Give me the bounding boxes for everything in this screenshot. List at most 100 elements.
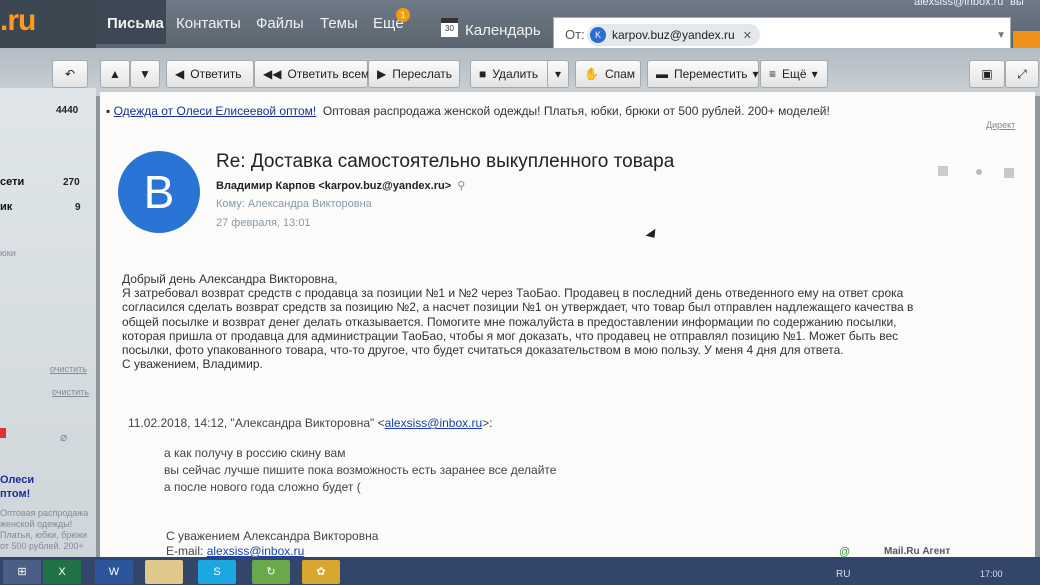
app-taskbar-button[interactable]: ✿ — [302, 560, 340, 584]
sidebar-item-newsletters[interactable]: ик — [0, 201, 12, 213]
search-icon[interactable]: ⚲ — [457, 180, 465, 192]
expand-icon: ⤢ — [1017, 66, 1027, 81]
next-message-button[interactable]: ▼ — [130, 60, 160, 88]
body-line: Я затребовал возврат средств с продавца … — [122, 286, 904, 301]
reply-label: Ответить — [190, 67, 242, 81]
chevron-down-icon: ▾ — [811, 67, 818, 81]
ad-link[interactable]: Одежда от Олеси Елисеевой оптом! — [114, 104, 317, 118]
chevron-down-icon: ▾ — [752, 67, 759, 81]
clear-spam-link[interactable]: очистить — [50, 364, 87, 374]
more-actions-icon[interactable] — [1004, 168, 1014, 178]
message-date: 27 февраля, 13:01 — [216, 217, 311, 229]
sidebar-item-misc[interactable]: юки — [0, 248, 16, 258]
reply-all-button[interactable]: ◀◀ Ответить всем — [254, 60, 370, 88]
body-line: согласился сделать возврат средств за по… — [122, 300, 914, 315]
chevron-down-icon: ▼ — [139, 67, 151, 81]
word-taskbar-button[interactable]: W — [95, 560, 133, 584]
delete-menu-button[interactable]: ▾ — [547, 60, 569, 88]
calendar-icon[interactable]: 30 — [441, 18, 458, 37]
sidebar-ad-title-2[interactable]: птом! — [0, 488, 30, 500]
message-body: Добрый день Александра Викторовна, Я зат… — [122, 272, 1022, 371]
chip-email: karpov.buz@yandex.ru — [612, 28, 735, 42]
flower-icon: ✿ — [316, 566, 326, 578]
message-pane: ▪ Одежда от Олеси Елисеевой оптом! Оптов… — [100, 92, 1035, 562]
folder-icon: ▬ — [656, 67, 668, 81]
body-line: общей посылке и возврат денег делать отк… — [122, 314, 897, 329]
nav-themes[interactable]: Темы — [320, 15, 358, 32]
delete-button[interactable]: ■ Удалить — [470, 60, 554, 88]
sidebar-ad-line-4: от 500 рублей. 200+ — [0, 541, 84, 551]
sender-name[interactable]: Владимир Карпов <karpov.buz@yandex.ru> — [216, 180, 451, 192]
ad-direct-link[interactable]: Директ — [986, 120, 1015, 130]
print-button[interactable]: ▣ — [969, 60, 1005, 88]
signature-email-label: E-mail: — [166, 544, 204, 558]
sidebar-ad-line-3: Платья, юбки, брюки — [0, 530, 87, 540]
ad-icon: ▪ — [106, 104, 111, 118]
ad-text: Оптовая распродажа женской одежды! Плать… — [322, 104, 830, 118]
explorer-taskbar-button[interactable] — [145, 560, 183, 584]
sidebar-ad-title[interactable]: Олеси — [0, 474, 34, 486]
skype-taskbar-button[interactable]: S — [198, 560, 236, 584]
reply-button[interactable]: ◀ Ответить — [166, 60, 254, 88]
signature-email-link[interactable]: alexsiss@inbox.ru — [207, 544, 305, 558]
body-line: которая пришла от продавца для администр… — [122, 328, 899, 343]
back-button[interactable]: ↶ — [52, 60, 88, 88]
message-from[interactable]: Владимир Карпов <karpov.buz@yandex.ru> ⚲ — [216, 179, 465, 192]
message-to: Кому: Александра Викторовна — [216, 198, 372, 210]
nav-contacts[interactable]: Контакты — [176, 15, 241, 32]
move-label: Переместить — [674, 67, 748, 81]
more-label: Ещё — [782, 67, 807, 81]
quote-line: а как получу в россию скину вам — [164, 446, 346, 460]
move-button[interactable]: ▬ Переместить ▾ — [647, 60, 759, 88]
quote-email-link[interactable]: alexsiss@inbox.ru — [385, 416, 483, 430]
clear-trash-link[interactable]: очистить — [52, 387, 89, 397]
printer-icon: ▣ — [981, 67, 993, 81]
expand-button[interactable]: ⤢ — [1005, 60, 1039, 88]
reply-all-label: Ответить всем — [287, 67, 370, 81]
message-subject: Re: Доставка самостоятельно выкупленного… — [216, 151, 675, 172]
nav-mail[interactable]: Письма — [96, 0, 166, 44]
spam-label: Спам — [604, 67, 636, 81]
chevron-down-icon: ▾ — [554, 67, 562, 81]
thumbs-down-icon: ✋ — [584, 67, 599, 81]
quote-header-end: >: — [482, 416, 493, 430]
chip-avatar: K — [590, 27, 606, 43]
prev-message-button[interactable]: ▲ — [100, 60, 130, 88]
message-toolbar: ↶ ▲ ▼ ◀ Ответить ◀◀ Ответить всем ▶ Пере… — [0, 48, 1040, 96]
signature-line: С уважением Александра Викторовна — [166, 529, 379, 543]
bookmark-icon[interactable] — [938, 166, 948, 176]
logout-link[interactable]: вы — [1010, 0, 1024, 8]
chevron-down-icon[interactable]: ▼ — [996, 30, 1006, 41]
chevron-up-icon: ▲ — [109, 67, 121, 81]
refresh-taskbar-button[interactable]: ↻ — [252, 560, 290, 584]
forward-button[interactable]: ▶ Переслать — [368, 60, 460, 88]
start-button[interactable]: ⊞ — [3, 560, 41, 584]
quote-header-text: 11.02.2018, 14:12, "Александра Викторовн… — [128, 416, 385, 430]
quote-line: а после нового года сложно будет ( — [164, 480, 361, 494]
reply-all-icon: ◀◀ — [263, 67, 282, 81]
user-email[interactable]: alexsiss@inbox.ru — [914, 0, 1003, 8]
clock[interactable]: 17:00 — [980, 569, 1003, 579]
language-indicator[interactable]: RU — [836, 569, 850, 580]
menu-icon: ≡ — [769, 67, 777, 81]
nav-files[interactable]: Файлы — [256, 15, 304, 32]
taskbar: ⊞ X W S ↻ ✿ RU 17:00 — [0, 557, 1040, 585]
search-filter-chip[interactable]: K karpov.buz@yandex.ru ✕ — [587, 24, 760, 46]
dot-icon[interactable] — [976, 169, 982, 175]
sidebar-ad-line-2: женской одежды! — [0, 519, 73, 529]
refresh-icon: ↻ — [266, 566, 276, 578]
ad-banner[interactable]: ▪ Одежда от Олеси Елисеевой оптом! Оптов… — [106, 104, 830, 118]
body-line: посылки, фото упакованного товара, что-т… — [122, 343, 844, 358]
close-icon[interactable]: ✕ — [743, 29, 752, 42]
folder-sidebar: 4440 сети 270 ик 9 юки очистить очистить… — [0, 88, 96, 558]
excel-taskbar-button[interactable]: X — [43, 560, 81, 584]
more-button[interactable]: ≡ Ещё ▾ — [760, 60, 828, 88]
spam-button[interactable]: ✋ Спам — [575, 60, 641, 88]
mailru-logo[interactable]: .ru — [0, 4, 36, 38]
quote-line: вы сейчас лучше пишите пока возможность … — [164, 463, 557, 477]
sidebar-item-social[interactable]: сети — [0, 176, 24, 188]
mailru-agent[interactable]: Mail.Ru Агент — [884, 546, 950, 557]
body-line: С уважением, Владимир. — [122, 357, 263, 372]
search-from-label: От: — [565, 27, 585, 42]
nav-calendar[interactable]: Календарь — [465, 22, 541, 39]
